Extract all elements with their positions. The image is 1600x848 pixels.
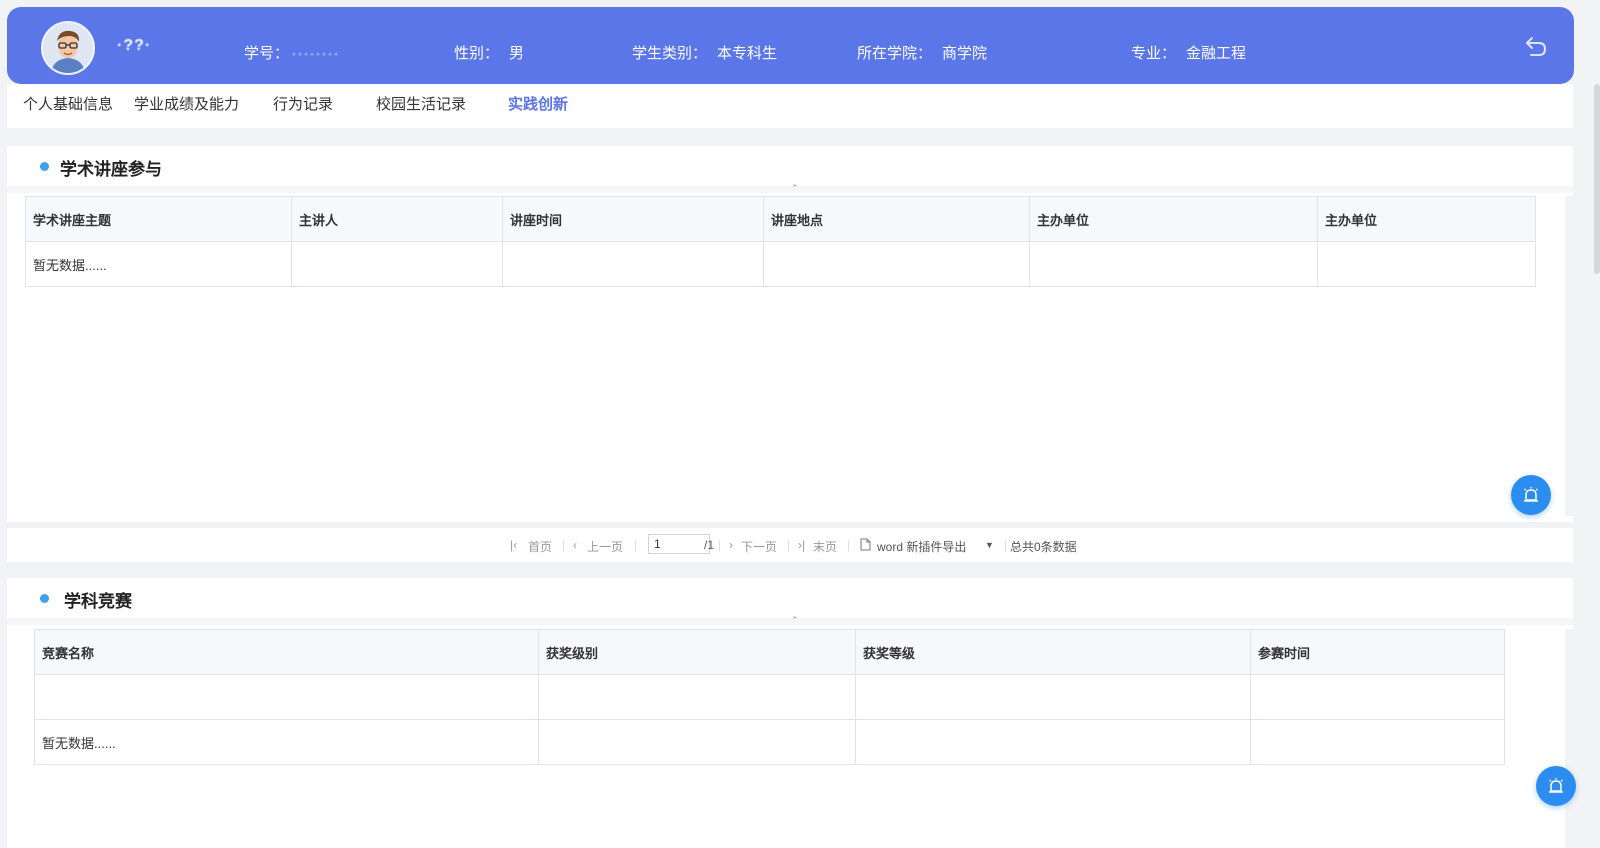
column-header[interactable]: 主办单位 (1317, 196, 1536, 242)
table-row: 暂无数据...... (34, 719, 1505, 765)
table-cell (34, 674, 539, 720)
column-header[interactable]: 获奖级别 (538, 629, 856, 675)
lecture-section: 学术讲座参与 ⌃ 学术讲座主题 主讲人 讲座时间 讲座地点 主办单位 主办单位 … (7, 146, 1573, 522)
section-divider (7, 618, 1573, 625)
student-header: ·??· 学号： ········ 性别： 男 学生类别： 本专科生 所在学院： 商学院… (7, 7, 1574, 84)
double-chevron-up-icon[interactable]: ⌃ (791, 615, 799, 626)
table-cell (855, 674, 1251, 720)
double-chevron-up-icon[interactable]: ⌃ (791, 183, 799, 194)
avatar (41, 21, 95, 75)
table-cell (855, 719, 1251, 765)
empty-text: 暂无数据...... (25, 241, 292, 287)
field-label: 所在学院： (857, 45, 933, 62)
major-value: 金融工程 (1186, 45, 1247, 62)
student-name: ·??· (117, 37, 152, 54)
section-header: 学科竞赛 (7, 578, 1573, 618)
section-header: 学术讲座参与 (7, 146, 1573, 186)
total-count: 总共0条数据 (1010, 540, 1077, 554)
section-title: 学科竞赛 (64, 592, 132, 611)
tab-behavior[interactable]: 行为记录 (273, 93, 333, 114)
table-cell (1250, 719, 1505, 765)
major-field: 专业： 金融工程 (1131, 42, 1246, 63)
table-scroll-track[interactable] (1565, 196, 1573, 516)
table-cell (538, 719, 856, 765)
column-header[interactable]: 参赛时间 (1250, 629, 1505, 675)
field-label: 学生类别： (632, 45, 708, 62)
gender-field: 性别： 男 (454, 42, 524, 63)
pager-separator: | (562, 538, 566, 552)
table-cell (538, 674, 856, 720)
column-header[interactable]: 主办单位 (1029, 196, 1318, 242)
document-icon[interactable] (860, 538, 871, 551)
pager-separator: | (718, 538, 722, 552)
alarm-button[interactable] (1536, 766, 1576, 806)
student-id-field: 学号： ········ (244, 42, 339, 63)
table-cell (502, 241, 764, 287)
tab-personal-info[interactable]: 个人基础信息 (23, 93, 113, 114)
back-arrow-icon[interactable] (1524, 35, 1548, 57)
column-header[interactable]: 讲座地点 (763, 196, 1030, 242)
total-pages: /1 (704, 538, 715, 552)
table-row: 暂无数据...... (25, 241, 1536, 287)
next-page-button[interactable]: 下一页 (741, 538, 777, 555)
page-scrollbar[interactable] (1594, 84, 1600, 848)
student-id-value: ········ (291, 45, 340, 62)
column-header[interactable]: 竞赛名称 (34, 629, 539, 675)
column-header[interactable]: 学术讲座主题 (25, 196, 292, 242)
table-header-row: 竞赛名称 获奖级别 获奖等级 参赛时间 (34, 629, 1505, 675)
gender-value: 男 (509, 45, 525, 62)
first-page-icon[interactable]: |‹ (510, 538, 517, 552)
column-header[interactable]: 讲座时间 (502, 196, 764, 242)
table-row (34, 674, 1505, 720)
table-cell (1029, 241, 1318, 287)
tab-academic[interactable]: 学业成绩及能力 (134, 93, 239, 114)
tab-campus-life[interactable]: 校园生活记录 (376, 93, 466, 114)
first-page-button[interactable]: 首页 (528, 538, 552, 555)
section-divider (7, 186, 1573, 193)
next-page-icon[interactable]: › (729, 538, 733, 552)
table-cell (1317, 241, 1536, 287)
word-export-button[interactable]: word 新插件导出 (877, 538, 966, 555)
alarm-icon (1524, 487, 1538, 502)
student-type-field: 学生类别： 本专科生 (632, 42, 777, 63)
competition-section: 学科竞赛 ⌃ 竞赛名称 获奖级别 获奖等级 参赛时间 暂无数据...... (7, 578, 1573, 848)
alarm-button[interactable] (1511, 475, 1551, 515)
lecture-table: 学术讲座主题 主讲人 讲座时间 讲座地点 主办单位 主办单位 暂无数据.....… (25, 196, 1536, 287)
pager-separator: | (634, 538, 638, 552)
student-type-value: 本专科生 (717, 45, 778, 62)
page-number-input[interactable] (648, 534, 710, 554)
last-page-button[interactable]: 末页 (813, 538, 837, 555)
competition-table: 竞赛名称 获奖级别 获奖等级 参赛时间 暂无数据...... (34, 629, 1505, 765)
field-label: 性别： (454, 45, 500, 62)
field-label: 学号： (244, 45, 282, 62)
column-header[interactable]: 主讲人 (291, 196, 503, 242)
prev-page-icon[interactable]: ‹ (573, 538, 577, 552)
pagination-bar: |‹ 首页 | ‹ 上一页 | /1 | › 下一页 | ›| 末页 | wor… (7, 528, 1573, 562)
caret-down-icon[interactable]: ▼ (985, 540, 994, 550)
bullet-icon (40, 162, 49, 171)
scrollbar-thumb[interactable] (1594, 84, 1600, 274)
pager-separator: | (847, 538, 851, 552)
tab-practice-innovation[interactable]: 实践创新 (508, 93, 568, 114)
empty-text: 暂无数据...... (34, 719, 539, 765)
college-field: 所在学院： 商学院 (857, 42, 987, 63)
last-page-icon[interactable]: ›| (798, 538, 805, 552)
prev-page-button[interactable]: 上一页 (587, 538, 623, 555)
avatar-image (43, 23, 93, 73)
table-header-row: 学术讲座主题 主讲人 讲座时间 讲座地点 主办单位 主办单位 (25, 196, 1536, 242)
table-scroll-track[interactable] (1565, 629, 1573, 848)
bullet-icon (40, 594, 49, 603)
college-value: 商学院 (942, 45, 988, 62)
table-cell (763, 241, 1030, 287)
table-cell (1250, 674, 1505, 720)
column-header[interactable]: 获奖等级 (855, 629, 1251, 675)
alarm-icon (1549, 778, 1563, 793)
pager-separator: | (1004, 538, 1008, 552)
pager-separator: | (787, 538, 791, 552)
table-cell (291, 241, 503, 287)
field-label: 专业： (1131, 45, 1177, 62)
tab-bar: 个人基础信息 学业成绩及能力 行为记录 校园生活记录 实践创新 (7, 84, 1573, 128)
section-title: 学术讲座参与 (60, 160, 162, 179)
